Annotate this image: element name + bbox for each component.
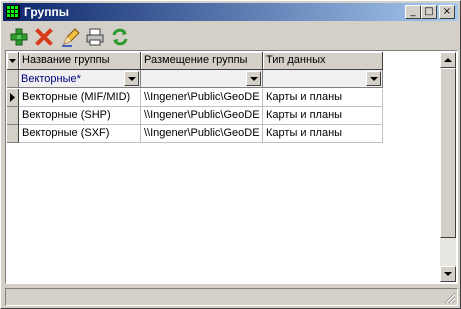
window-title: Группы <box>24 5 69 19</box>
filter-name[interactable]: Векторные* <box>19 70 141 88</box>
table-cell-type[interactable]: Карты и планы <box>263 125 383 143</box>
status-bar <box>5 288 458 306</box>
table-cell-name[interactable]: Векторные (SXF) <box>19 125 141 143</box>
arrow-down-icon <box>444 272 452 276</box>
row-indicator[interactable] <box>7 89 19 107</box>
current-row-arrow-icon <box>10 93 15 102</box>
filter-type[interactable] <box>263 70 383 88</box>
table-cell-location[interactable]: \\Ingener\Public\GeoDE <box>141 125 263 143</box>
filter-location-dropdown-button[interactable] <box>246 71 261 86</box>
filter-location[interactable] <box>141 70 263 88</box>
table-cell-location[interactable]: \\Ingener\Public\GeoDE <box>141 89 263 107</box>
print-button[interactable] <box>84 26 106 48</box>
table-cell-type[interactable]: Карты и планы <box>263 89 383 107</box>
add-button[interactable] <box>8 26 30 48</box>
groups-window: Группы _ □ × Название группы Размещение … <box>0 0 461 309</box>
filter-name-value: Векторные* <box>21 73 81 85</box>
filter-name-dropdown-button[interactable] <box>124 71 139 86</box>
delete-button[interactable] <box>33 26 55 48</box>
maximize-button[interactable]: □ <box>421 5 437 19</box>
x-icon <box>35 28 53 46</box>
filter-type-dropdown-button[interactable] <box>366 71 381 86</box>
scroll-down-button[interactable] <box>440 266 456 282</box>
table-cell-name[interactable]: Векторные (MIF/MID) <box>19 89 141 107</box>
row-indicator[interactable] <box>7 107 19 125</box>
refresh-button[interactable] <box>109 26 131 48</box>
scroll-thumb[interactable] <box>440 68 456 238</box>
arrow-up-icon <box>444 58 452 62</box>
column-header-name[interactable]: Название группы <box>19 52 141 70</box>
row-indicator[interactable] <box>7 125 19 143</box>
pencil-icon <box>62 28 80 47</box>
plus-icon <box>10 28 28 46</box>
table-cell-type[interactable]: Карты и планы <box>263 107 383 125</box>
header-corner[interactable] <box>7 52 19 70</box>
filter-indicator <box>7 70 19 88</box>
scroll-up-button[interactable] <box>440 52 456 68</box>
minimize-button[interactable]: _ <box>405 5 421 19</box>
vertical-scrollbar[interactable] <box>440 52 456 282</box>
groups-grid: Название группы Размещение группы Тип да… <box>5 50 458 284</box>
resize-grip-icon[interactable] <box>444 292 456 304</box>
caret-down-icon <box>9 59 16 63</box>
close-button[interactable]: × <box>439 5 455 19</box>
title-bar[interactable]: Группы _ □ × <box>3 3 458 21</box>
printer-icon <box>86 28 104 46</box>
refresh-icon <box>112 28 128 46</box>
column-header-location[interactable]: Размещение группы <box>141 52 263 70</box>
edit-button[interactable] <box>60 26 82 48</box>
toolbar <box>5 25 458 49</box>
table-cell-location[interactable]: \\Ingener\Public\GeoDE <box>141 107 263 125</box>
table-cell-name[interactable]: Векторные (SHP) <box>19 107 141 125</box>
grid-app-icon <box>6 5 20 19</box>
column-header-type[interactable]: Тип данных <box>263 52 383 70</box>
